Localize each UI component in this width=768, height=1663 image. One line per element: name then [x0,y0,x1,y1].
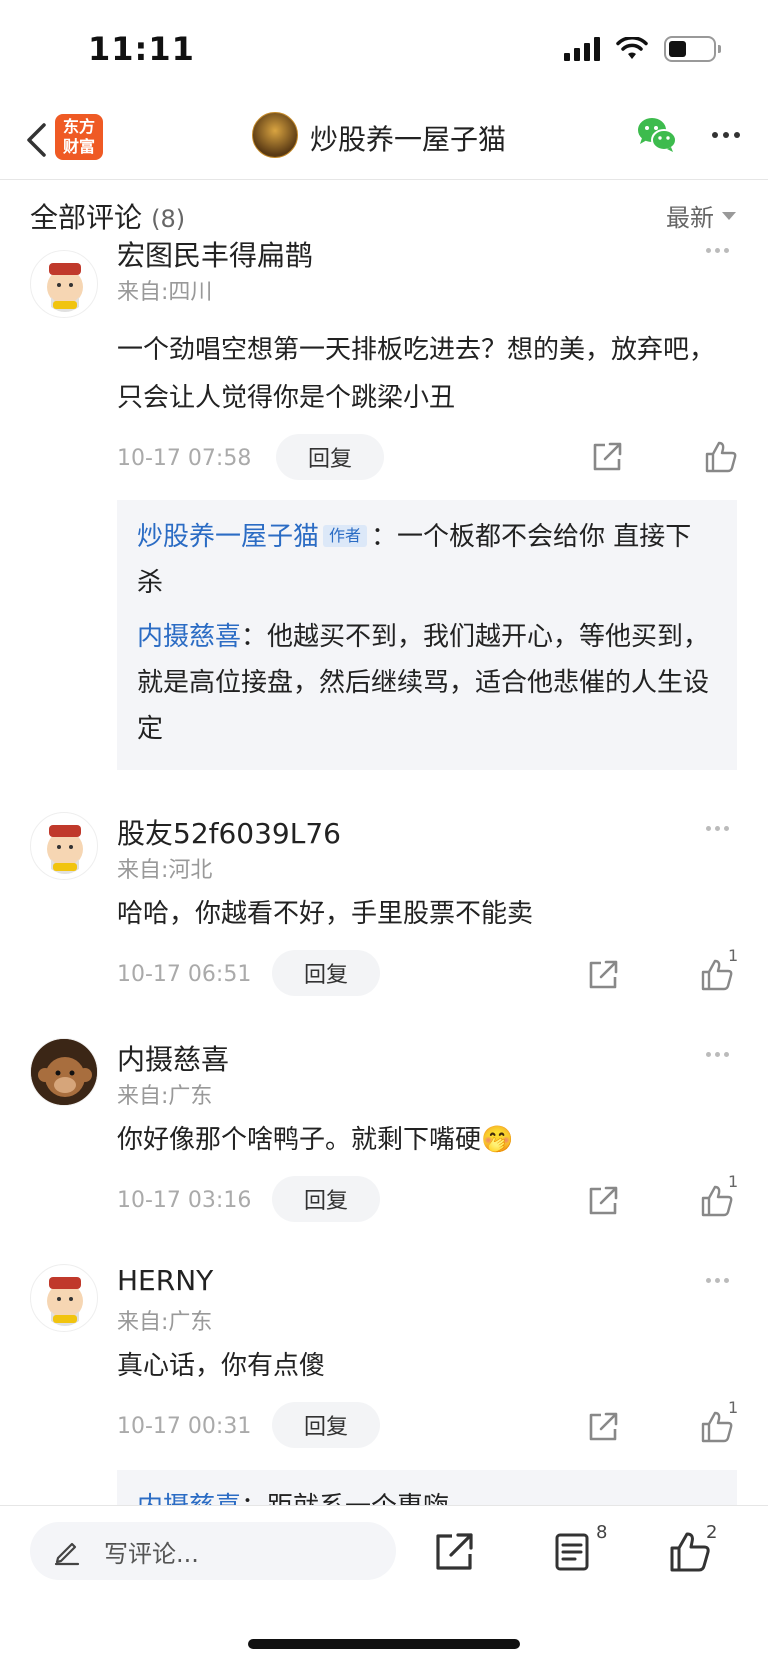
comments-count: (8) [151,205,186,233]
comment-username[interactable]: HERNY [117,1264,213,1297]
chevron-left-icon [27,123,46,157]
author-badge: 作者 [323,525,368,547]
share-icon [589,1412,618,1441]
sort-dropdown[interactable]: 最新 [666,198,736,233]
comment-time: 10-17 03:16 [117,1188,252,1213]
comment-username[interactable]: 内摄慈喜 [117,1038,229,1078]
share-button[interactable] [586,1410,620,1444]
home-indicator[interactable] [248,1639,520,1649]
brand-logo[interactable]: 东方 财富 [55,114,103,160]
page-title[interactable]: 炒股养一屋子猫 [310,118,506,158]
comment-location: 来自:四川 [117,280,213,305]
share-icon [589,1186,618,1215]
sort-label: 最新 [666,204,714,232]
thumbs-up-icon [705,441,737,473]
comment-location: 来自:河北 [117,858,213,883]
signal-icon [564,37,600,61]
bottom-action-bar: 写评论... 8 2 [0,1505,768,1663]
reply-button[interactable]: 回复 [272,1176,380,1222]
like-button[interactable] [704,440,738,474]
share-button[interactable] [586,1184,620,1218]
comments-header: 全部评论 (8) 最新 [30,196,736,236]
reply-separator: ： [371,522,398,552]
share-bottom-button[interactable] [432,1530,476,1574]
comment-content: 你好像那个啥鸭子。就剩下嘴硬🤭 [117,1125,514,1155]
comment-content: 一个劲唱空想第一天排板吃进去？想的美，放弃吧，只会让人觉得你是个跳梁小丑 [117,335,716,413]
share-icon [593,442,622,471]
comment-time: 10-17 07:58 [117,446,252,471]
comment-content: 哈哈，你越看不好，手里股票不能卖 [117,899,534,929]
share-button[interactable] [590,440,624,474]
comment-more-button[interactable] [706,244,738,256]
back-button[interactable] [20,120,52,160]
nav-bar: 东方 财富 炒股养一屋子猫 [0,100,768,180]
comment-input[interactable]: 写评论... [30,1522,396,1580]
share-button[interactable] [586,958,620,992]
avatar[interactable] [30,1264,98,1332]
reply-button[interactable]: 回复 [276,434,384,480]
reply-separator: ： [241,622,268,652]
brand-logo-line2: 财富 [62,137,95,156]
wechat-icon [638,118,677,152]
comment-more-button[interactable] [706,1274,738,1286]
comment-time: 10-17 06:51 [117,962,252,987]
comment-input-placeholder: 写评论... [104,1539,199,1568]
comment-more-button[interactable] [706,1048,738,1060]
status-bar: 11:11 [0,0,768,100]
pencil-icon [54,1542,80,1566]
avatar-icon [47,1277,83,1326]
wifi-icon [616,37,648,59]
comment-total-count: 8 [596,1522,608,1543]
comment-location: 来自:广东 [117,1310,213,1335]
comment-username[interactable]: 股友52f6039L76 [117,812,341,852]
avatar-icon [47,825,83,874]
battery-icon [664,36,721,62]
more-options-button[interactable] [706,116,746,154]
comment-more-button[interactable] [706,822,738,834]
reply-item: 内摄慈喜：他越买不到，我们越开心，等他买到，就是高位接盘，然后继续骂，适合他悲催… [137,614,717,752]
comments-title: 全部评论 [30,201,143,234]
comment-content: 真心话，你有点傻 [117,1351,326,1381]
avatar[interactable] [30,250,98,318]
status-time: 11:11 [88,30,195,68]
reply-username[interactable]: 炒股养一屋子猫 [137,522,319,552]
avatar[interactable] [30,812,98,880]
author-avatar[interactable] [252,112,298,158]
share-icon [589,960,618,989]
like-count: 1 [728,946,739,965]
comment-username[interactable]: 宏图民丰得扁鹊 [117,234,313,274]
reply-thread: 炒股养一屋子猫 作者 ：一个板都不会给你 直接下杀 内摄慈喜：他越买不到，我们越开心… [117,500,737,770]
comment-time: 10-17 00:31 [117,1414,252,1439]
reply-button[interactable]: 回复 [272,1402,380,1448]
avatar-icon [47,263,83,312]
avatar[interactable] [30,1038,98,1106]
status-icons [564,36,721,62]
wechat-share-button[interactable] [636,116,678,154]
document-icon [555,1533,589,1571]
brand-logo-line1: 东方 [62,117,95,136]
avatar-icon [31,1039,97,1105]
like-count: 1 [728,1172,739,1191]
reply-username[interactable]: 内摄慈喜 [137,622,241,652]
like-count: 1 [728,1398,739,1417]
reply-button[interactable]: 回复 [272,950,380,996]
caret-down-icon [722,211,736,220]
comment-location: 来自:广东 [117,1084,213,1109]
share-icon [436,1533,473,1570]
reply-item: 炒股养一屋子猫 作者 ：一个板都不会给你 直接下杀 [137,514,717,606]
like-total-count: 2 [706,1522,718,1543]
comments-bottom-button[interactable] [550,1530,594,1574]
